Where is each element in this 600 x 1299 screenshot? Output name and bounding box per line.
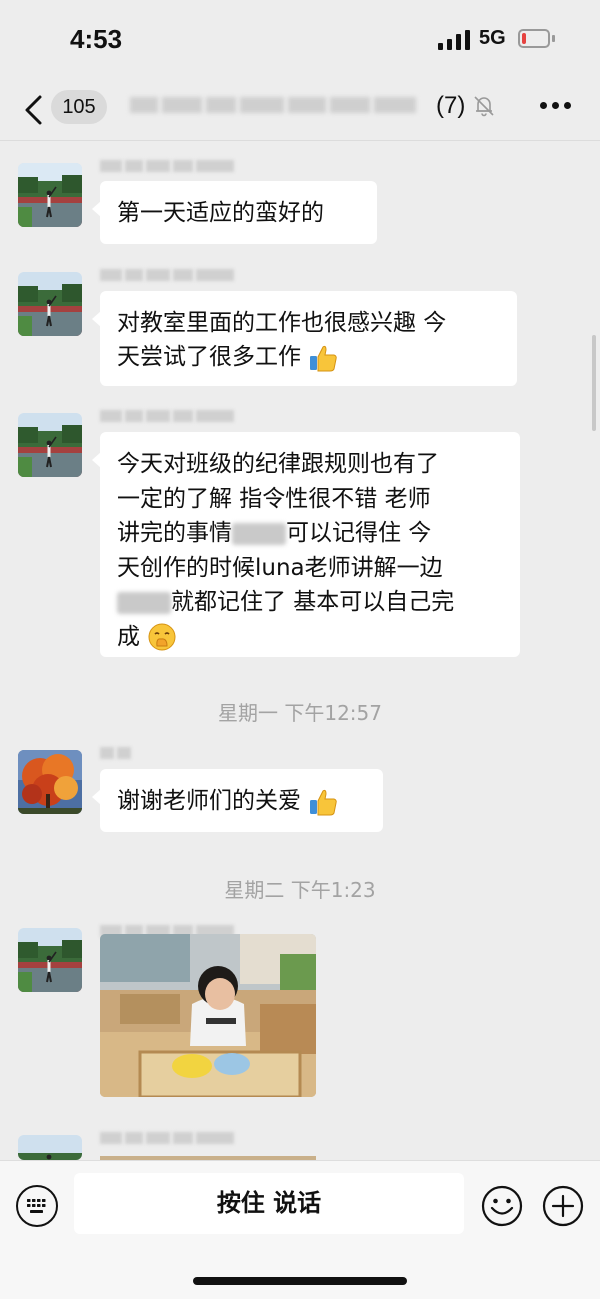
battery-tip [552,35,555,42]
timestamp: 星期二 下午1:23 [224,878,376,902]
message-text-line: 天创作的时候luna老师讲解一边 [117,554,443,581]
message-text-line: 一定的了解 指令性很不错 老师 [117,485,431,512]
sender-avatar[interactable] [18,750,82,814]
keyboard-icon[interactable] [16,1185,58,1227]
message-text-line: 天尝试了很多工作 [117,344,301,370]
message-text-line: 今天对班级的纪律跟规则也有了 [117,451,439,477]
message-text: 谢谢老师们的关爱 [117,788,301,814]
redacted-name [117,591,171,614]
message-bubble[interactable]: 对教室里面的工作也很感兴趣 今 天尝试了很多工作 [92,291,517,386]
battery-level [522,33,526,44]
hold-to-talk-button[interactable]: 按住 说话 [74,1173,464,1234]
sender-avatar[interactable] [18,928,82,992]
message-bubble[interactable]: 谢谢老师们的关爱 [92,769,383,832]
shushing-face-icon [148,623,176,651]
sender-avatar[interactable] [18,163,82,227]
scroll-indicator[interactable] [592,335,596,431]
sender-name-blurred [100,264,240,282]
thumbs-up-icon [310,345,338,371]
sender-avatar[interactable] [18,1135,82,1160]
emoji-icon[interactable] [481,1185,523,1227]
unread-badge[interactable]: 105 [51,90,107,124]
message-bubble[interactable]: 今天对班级的纪律跟规则也有了 一定的了解 指令性很不错 老师 讲完的事情 可以记得… [92,432,520,657]
message-bubble[interactable]: 第一天适应的蛮好的 [92,181,377,244]
sender-name-blurred [100,155,240,173]
sender-name-blurred [100,1127,240,1145]
timestamp: 星期一 下午12:57 [218,701,382,725]
sender-name-blurred [100,405,240,423]
chat-header: 105 (7) [0,80,600,141]
member-count: (7) [436,92,466,119]
message-text-line: 讲完的事情 [117,520,232,546]
add-plus-icon[interactable] [542,1185,584,1227]
sender-avatar[interactable] [18,272,82,336]
muted-bell-icon [474,96,494,117]
redacted-name [232,522,286,545]
message-text-line: 可以记得住 今 [286,520,432,546]
back-chevron-icon[interactable] [22,94,46,126]
message-text-line: 就都记住了 基本可以自己完 [171,589,455,615]
thumbs-up-icon [310,789,338,815]
chat-title-blurred [130,94,422,118]
sender-name-blurred [100,742,140,760]
network-type: 5G [479,27,506,49]
signal-icon [438,30,470,50]
battery-icon [518,29,550,48]
photo-message[interactable] [100,934,316,1097]
message-text: 第一天适应的蛮好的 [117,200,324,226]
sender-avatar[interactable] [18,413,82,477]
home-indicator[interactable] [193,1277,407,1285]
more-options-icon[interactable] [540,102,572,110]
status-bar: 4:53 5G [0,0,600,80]
message-text-line: 成 [117,623,140,650]
message-text-line: 对教室里面的工作也很感兴趣 今 [117,310,447,336]
status-time: 4:53 [70,24,123,54]
